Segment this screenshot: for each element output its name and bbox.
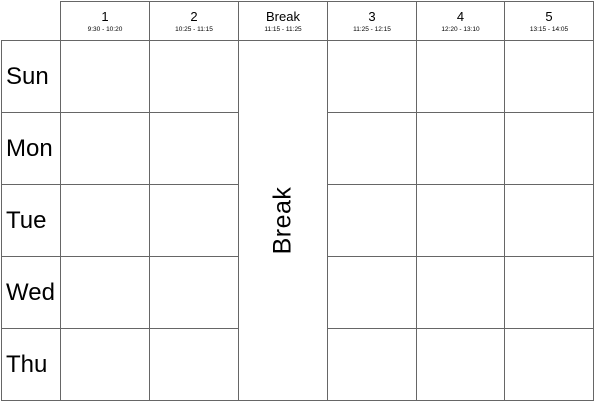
timetable-grid: 1 9:30 - 10:20 2 10:25 - 11:15 Break 11:… (1, 1, 594, 401)
period-header-1: 1 9:30 - 10:20 (60, 1, 150, 41)
slot-cell[interactable] (60, 256, 150, 329)
day-label: Tue (1, 184, 61, 257)
break-column: Break (238, 40, 328, 401)
period-number: 5 (545, 8, 553, 24)
period-number: Break (266, 8, 300, 24)
period-time: 12:20 - 13:10 (441, 25, 480, 33)
slot-cell[interactable] (327, 40, 417, 113)
period-number: 4 (456, 8, 465, 24)
slot-cell[interactable] (416, 184, 505, 257)
slot-cell[interactable] (149, 184, 239, 257)
day-row-sun: Sun Break (1, 40, 594, 401)
slot-cell[interactable] (504, 40, 594, 113)
period-header-4: 4 12:20 - 13:10 (416, 1, 505, 41)
day-label: Mon (1, 112, 61, 185)
slot-cell[interactable] (504, 328, 594, 401)
slot-cell[interactable] (149, 112, 239, 185)
period-time: 9:30 - 10:20 (87, 25, 123, 33)
slot-cell[interactable] (149, 256, 239, 329)
timetable: 1 9:30 - 10:20 2 10:25 - 11:15 Break 11:… (0, 0, 594, 401)
header-row: 1 9:30 - 10:20 2 10:25 - 11:15 Break 11:… (1, 1, 594, 41)
slot-cell[interactable] (327, 112, 417, 185)
slot-cell[interactable] (149, 328, 239, 401)
period-time: 13:15 - 14:05 (529, 25, 569, 33)
slot-cell[interactable] (327, 328, 417, 401)
period-header-2: 2 10:25 - 11:15 (149, 1, 239, 41)
corner-cell (1, 1, 61, 41)
slot-cell[interactable] (416, 40, 505, 113)
period-time: 10:25 - 11:15 (175, 25, 213, 33)
slot-cell[interactable] (60, 328, 150, 401)
period-number: 1 (101, 8, 109, 24)
slot-cell[interactable] (504, 112, 594, 185)
day-label: Sun (1, 40, 61, 113)
slot-cell[interactable] (60, 112, 150, 185)
break-label: Break (268, 186, 297, 255)
slot-cell[interactable] (416, 112, 505, 185)
period-number: 3 (368, 8, 376, 24)
period-number: 2 (190, 8, 198, 24)
slot-cell[interactable] (327, 184, 417, 257)
day-label: Thu (1, 328, 61, 401)
slot-cell[interactable] (504, 256, 594, 329)
period-time: 11:25 - 12:15 (353, 25, 391, 33)
slot-cell[interactable] (60, 40, 150, 113)
slot-cell[interactable] (504, 184, 594, 257)
period-time: 11:15 - 11:25 (264, 25, 302, 33)
slot-cell[interactable] (149, 40, 239, 113)
period-header-5: 5 13:15 - 14:05 (504, 1, 594, 41)
slot-cell[interactable] (60, 184, 150, 257)
slot-cell[interactable] (327, 256, 417, 329)
slot-cell[interactable] (416, 256, 505, 329)
day-label: Wed (1, 256, 61, 329)
period-header-break: Break 11:15 - 11:25 (238, 1, 328, 41)
period-header-3: 3 11:25 - 12:15 (327, 1, 417, 41)
slot-cell[interactable] (416, 328, 505, 401)
